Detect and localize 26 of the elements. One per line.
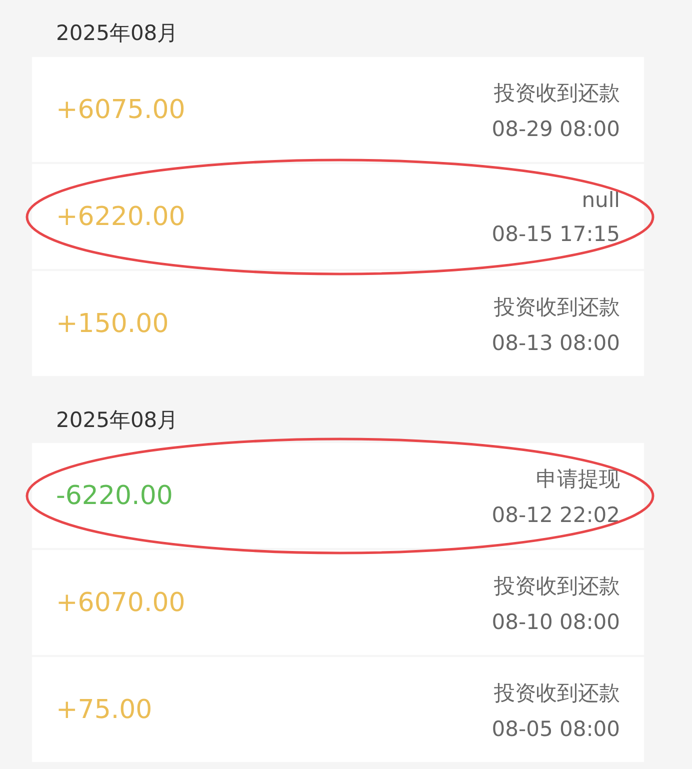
- timestamp: 08-29 08:00: [492, 116, 620, 140]
- amount: -6220.00: [56, 480, 173, 510]
- description: 投资收到还款: [494, 294, 620, 320]
- amount: +6070.00: [56, 588, 186, 618]
- amount: +150.00: [56, 308, 169, 338]
- description: 申请提现: [536, 466, 620, 492]
- timestamp: 08-13 08:00: [492, 330, 620, 354]
- transaction-row[interactable]: -6220.00 申请提现 08-12 22:02: [32, 443, 644, 548]
- amount: +6220.00: [56, 202, 186, 232]
- description: null: [582, 188, 620, 212]
- timestamp: 08-05 08:00: [492, 716, 620, 740]
- amount: +75.00: [56, 694, 152, 724]
- description: 投资收到还款: [494, 680, 620, 706]
- transaction-row[interactable]: +75.00 投资收到还款 08-05 08:00: [32, 657, 644, 762]
- transaction-row[interactable]: +6070.00 投资收到还款 08-10 08:00: [32, 550, 644, 655]
- transaction-row[interactable]: +6075.00 投资收到还款 08-29 08:00: [32, 57, 644, 162]
- month-header: 2025年08月: [55, 20, 180, 47]
- timestamp: 08-15 17:15: [492, 222, 620, 246]
- transaction-row[interactable]: +150.00 投资收到还款 08-13 08:00: [32, 271, 644, 376]
- amount: +6075.00: [56, 94, 186, 124]
- month-header: 2025年08月: [55, 407, 180, 434]
- timestamp: 08-10 08:00: [492, 610, 620, 634]
- description: 投资收到还款: [494, 572, 620, 600]
- timestamp: 08-12 22:02: [492, 502, 620, 526]
- description: 投资收到还款: [494, 80, 620, 106]
- transaction-row[interactable]: +6220.00 null 08-15 17:15: [32, 164, 644, 269]
